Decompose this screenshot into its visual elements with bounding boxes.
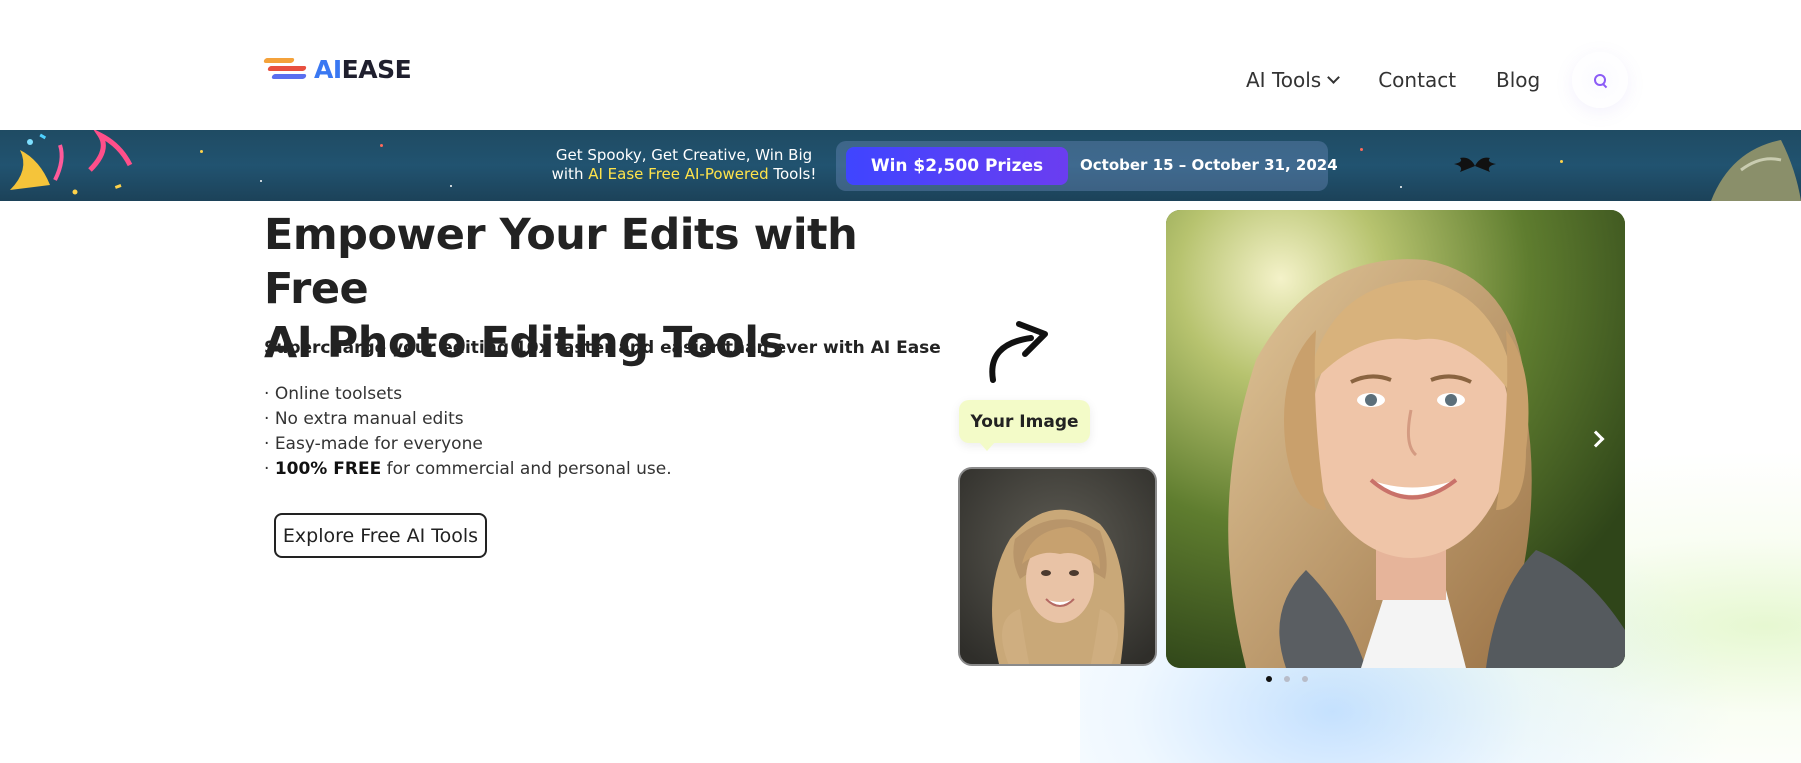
explore-tools-button[interactable]: Explore Free AI Tools xyxy=(274,513,487,558)
nav-blog[interactable]: Blog xyxy=(1496,68,1540,92)
feature-item: · No extra manual edits xyxy=(264,409,464,429)
curved-arrow-icon xyxy=(989,321,1048,383)
bat-icon xyxy=(1454,157,1496,172)
logo-icon xyxy=(263,54,308,84)
nav-ai-tools-label: AI Tools xyxy=(1246,68,1322,92)
carousel-next-button[interactable] xyxy=(1584,424,1614,454)
hero-title-line-1: Empower Your Edits with Free xyxy=(264,210,858,314)
logo[interactable]: AIEASE xyxy=(263,54,412,84)
nav-contact[interactable]: Contact xyxy=(1378,68,1456,92)
your-image-label: Your Image xyxy=(959,400,1090,451)
input-portrait-image xyxy=(960,469,1155,664)
candy-decoration xyxy=(1711,140,1801,201)
input-photo xyxy=(958,467,1157,666)
banner-prize-button[interactable]: Win $2,500 Prizes xyxy=(846,147,1068,185)
nav-ai-tools[interactable]: AI Tools xyxy=(1246,68,1341,92)
chevron-right-icon xyxy=(1587,430,1605,448)
banner-line-1: Get Spooky, Get Creative, Win Big xyxy=(555,146,813,164)
feature-item: · Easy-made for everyone xyxy=(264,434,483,454)
carousel-dots xyxy=(1266,676,1308,682)
banner-line-2: with AI Ease Free AI-Powered Tools! xyxy=(551,165,817,183)
carousel-dot[interactable] xyxy=(1302,676,1308,682)
search-icon xyxy=(1594,74,1607,86)
nav-blog-label: Blog xyxy=(1496,68,1541,92)
confetti-decoration xyxy=(10,130,133,195)
carousel-dot[interactable] xyxy=(1266,676,1272,682)
result-portrait-image xyxy=(1166,210,1625,668)
banner-dates: October 15 – October 31, 2024 xyxy=(1080,156,1338,174)
carousel-dot[interactable] xyxy=(1284,676,1290,682)
feature-list: · Online toolsets · No extra manual edit… xyxy=(264,382,672,482)
result-photo xyxy=(1166,210,1625,668)
feature-item: · Online toolsets xyxy=(264,384,403,404)
site-header: AIEASE AI Tools Contact Blog xyxy=(0,0,1801,130)
nav-contact-label: Contact xyxy=(1378,68,1457,92)
hero-subtitle: Supercharge your editing 10x faster and … xyxy=(264,338,941,358)
feature-item: · 100% FREE for commercial and personal … xyxy=(264,459,672,479)
search-button[interactable] xyxy=(1572,52,1629,108)
main-nav: AI Tools Contact Blog xyxy=(1246,52,1629,108)
chevron-down-icon xyxy=(1327,70,1341,84)
banner-text: Get Spooky, Get Creative, Win Big with A… xyxy=(548,146,820,184)
logo-text: AIEASE xyxy=(314,54,412,84)
promo-banner[interactable]: Get Spooky, Get Creative, Win Big with A… xyxy=(0,130,1801,201)
